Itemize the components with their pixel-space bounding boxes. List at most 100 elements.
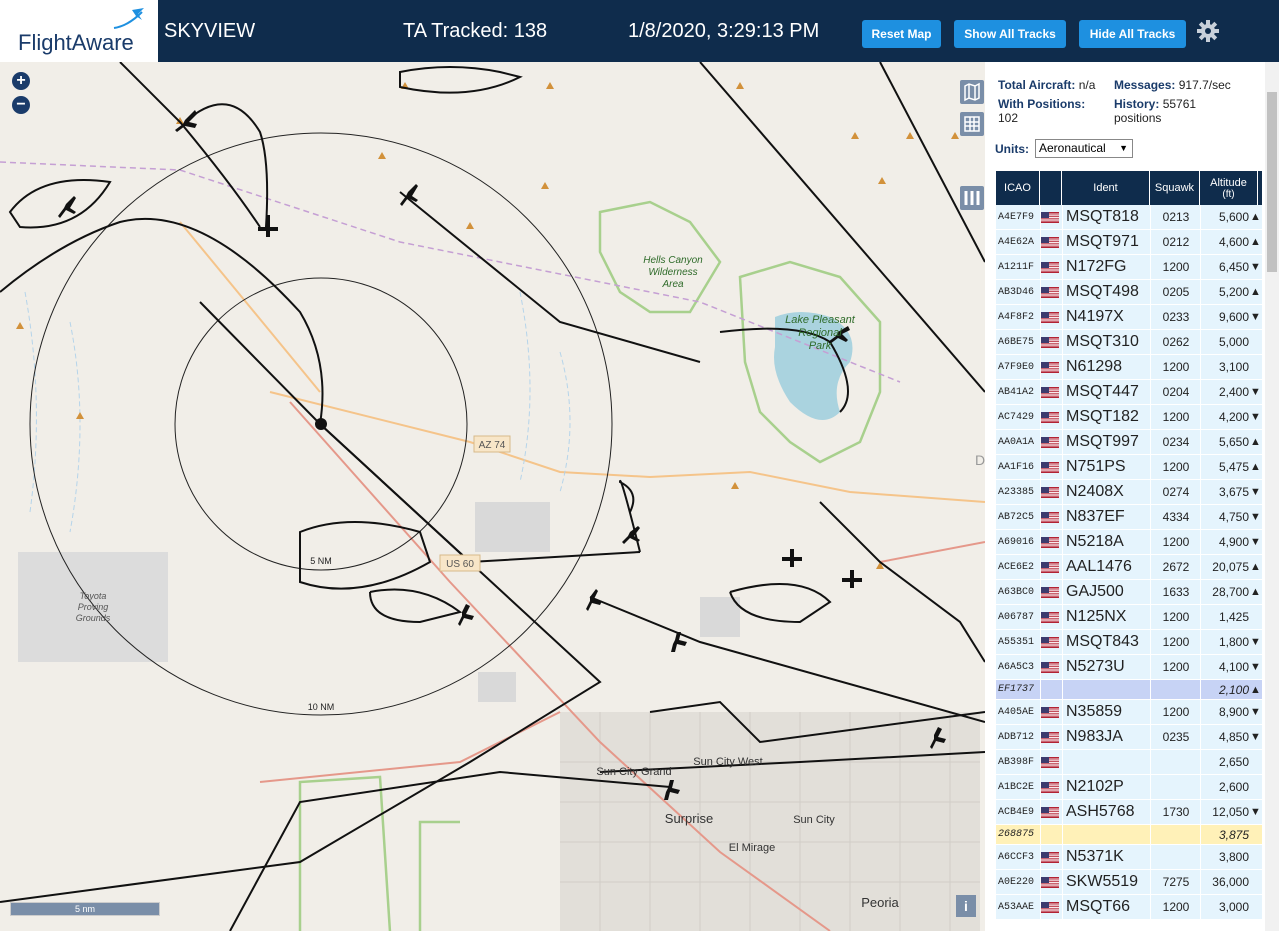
grid-button[interactable] bbox=[960, 112, 984, 136]
column-divider bbox=[1200, 255, 1201, 279]
row-trend-icon: ▼ bbox=[1250, 706, 1261, 718]
row-altitude: 5,000 bbox=[1202, 330, 1258, 354]
table-row[interactable]: A4E62A MSQT971 0212 4,600 ▲ bbox=[996, 230, 1262, 255]
table-row[interactable]: A6BE75 MSQT310 0262 5,000 bbox=[996, 330, 1262, 355]
columns-icon bbox=[964, 191, 980, 205]
column-divider bbox=[1150, 845, 1151, 869]
row-squawk: 0234 bbox=[1162, 435, 1190, 449]
row-squawk: 1200 bbox=[1162, 460, 1190, 474]
table-row[interactable]: ADB712 N983JA 0235 4,850 ▼ bbox=[996, 725, 1262, 750]
row-icao: A7F9E0 bbox=[998, 361, 1035, 373]
row-altitude-value: 12,050 bbox=[1212, 805, 1249, 819]
row-icao: A4E7F9 bbox=[998, 211, 1035, 223]
table-row[interactable]: A4E7F9 MSQT818 0213 5,600 ▲ bbox=[996, 205, 1262, 230]
info-button[interactable]: i bbox=[956, 895, 976, 917]
row-altitude-value: 20,075 bbox=[1212, 560, 1249, 574]
column-ident[interactable]: Ident bbox=[1062, 171, 1150, 205]
with-positions-stat: With Positions: 102 bbox=[998, 97, 1085, 125]
column-divider bbox=[1200, 895, 1201, 919]
table-row[interactable]: AA0A1A MSQT997 0234 5,650 ▲ bbox=[996, 430, 1262, 455]
row-squawk: 0204 bbox=[1162, 385, 1190, 399]
row-trend-icon: ▼ bbox=[1250, 536, 1261, 548]
column-divider bbox=[1200, 700, 1201, 724]
us-flag-icon bbox=[1041, 380, 1059, 404]
columns-button[interactable] bbox=[960, 186, 984, 210]
row-altitude: 5,600 ▲ bbox=[1202, 205, 1261, 229]
row-altitude: 3,100 bbox=[1202, 355, 1258, 379]
map-view[interactable]: Hells Canyon Wilderness Area Lake Pleasa… bbox=[0, 62, 985, 931]
table-row[interactable]: AB3D46 MSQT498 0205 5,200 ▲ bbox=[996, 280, 1262, 305]
table-row[interactable]: A4F8F2 N4197X 0233 9,600 ▼ bbox=[996, 305, 1262, 330]
us-flag-icon bbox=[1041, 750, 1059, 774]
table-row[interactable]: EF1737 2,100 ▲ bbox=[996, 680, 1262, 700]
column-divider bbox=[1040, 895, 1041, 919]
row-squawk bbox=[1152, 825, 1200, 844]
table-row[interactable]: A0E220 SKW5519 7275 36,000 bbox=[996, 870, 1262, 895]
column-flag[interactable] bbox=[1040, 171, 1062, 205]
table-row[interactable]: A6A5C3 N5273U 1200 4,100 ▼ bbox=[996, 655, 1262, 680]
map-layers-button[interactable] bbox=[960, 80, 984, 104]
column-squawk[interactable]: Squawk bbox=[1150, 171, 1200, 205]
table-row[interactable]: A1BC2E N2102P 2,600 bbox=[996, 775, 1262, 800]
column-divider bbox=[1040, 380, 1041, 404]
us-flag-icon bbox=[1041, 205, 1059, 229]
scrollbar-thumb[interactable] bbox=[1267, 92, 1277, 272]
row-altitude-value: 4,200 bbox=[1218, 410, 1249, 424]
sun-city-grand-label: Sun City Grand bbox=[596, 766, 671, 778]
table-row[interactable]: A405AE N35859 1200 8,900 ▼ bbox=[996, 700, 1262, 725]
table-row[interactable]: A53AAE MSQT66 1200 3,000 bbox=[996, 895, 1262, 920]
hide-all-tracks-button[interactable]: Hide All Tracks bbox=[1079, 20, 1186, 48]
column-icao[interactable]: ICAO bbox=[996, 171, 1040, 205]
row-icao: AB3D46 bbox=[998, 286, 1035, 298]
table-row[interactable]: AB41A2 MSQT447 0204 2,400 ▼ bbox=[996, 380, 1262, 405]
table-row[interactable]: A63BC0 GAJ500 1633 28,700 ▲ bbox=[996, 580, 1262, 605]
table-row[interactable]: AB72C5 N837EF 4334 4,750 ▼ bbox=[996, 505, 1262, 530]
reset-map-button[interactable]: Reset Map bbox=[862, 20, 941, 48]
units-value: Aeronautical bbox=[1039, 141, 1106, 155]
table-row[interactable]: A69016 N5218A 1200 4,900 ▼ bbox=[996, 530, 1262, 555]
show-all-tracks-button[interactable]: Show All Tracks bbox=[954, 20, 1066, 48]
row-altitude-value: 2,600 bbox=[1218, 780, 1249, 794]
table-row[interactable]: A23385 N2408X 0274 3,675 ▼ bbox=[996, 480, 1262, 505]
row-squawk bbox=[1152, 750, 1200, 774]
table-row[interactable]: A55351 MSQT843 1200 1,800 ▼ bbox=[996, 630, 1262, 655]
table-row[interactable]: ACE6E2 AAL1476 2672 20,075 ▲ bbox=[996, 555, 1262, 580]
table-row[interactable]: A1211F N172FG 1200 6,450 ▼ bbox=[996, 255, 1262, 280]
zoom-in-button[interactable]: + bbox=[12, 72, 30, 90]
table-row[interactable]: AC7429 MSQT182 1200 4,200 ▼ bbox=[996, 405, 1262, 430]
row-altitude: 12,050 ▼ bbox=[1202, 800, 1261, 824]
column-altitude[interactable]: Altitude (ft) bbox=[1200, 171, 1258, 205]
row-icao: A1BC2E bbox=[998, 781, 1035, 793]
row-squawk: 0274 bbox=[1162, 485, 1190, 499]
row-altitude: 8,900 ▼ bbox=[1202, 700, 1261, 724]
table-row[interactable]: AB398F 2,650 bbox=[996, 750, 1262, 775]
table-row[interactable]: ACB4E9 ASH5768 1730 12,050 ▼ bbox=[996, 800, 1262, 825]
zoom-out-button[interactable]: − bbox=[12, 96, 30, 114]
column-divider bbox=[1062, 305, 1063, 329]
column-divider bbox=[1150, 205, 1151, 229]
table-row[interactable]: A7F9E0 N61298 1200 3,100 bbox=[996, 355, 1262, 380]
table-row[interactable]: 268875 3,875 bbox=[996, 825, 1262, 845]
hells-canyon-label-3: Area bbox=[661, 279, 684, 290]
row-trend-icon: ▼ bbox=[1250, 486, 1261, 498]
row-altitude-value: 1,425 bbox=[1218, 610, 1249, 624]
row-ident: GAJ500 bbox=[1066, 583, 1124, 600]
row-altitude-value: 4,850 bbox=[1218, 730, 1249, 744]
messages-stat: Messages: 917.7/sec bbox=[1114, 78, 1231, 92]
gear-icon[interactable] bbox=[1196, 19, 1220, 43]
flightaware-logo[interactable]: FlightAware bbox=[0, 0, 158, 62]
map-canvas[interactable]: Hells Canyon Wilderness Area Lake Pleasa… bbox=[0, 62, 985, 931]
row-altitude-value: 3,100 bbox=[1218, 360, 1249, 374]
table-row[interactable]: A06787 N125NX 1200 1,425 bbox=[996, 605, 1262, 630]
table-row[interactable]: A6CCF3 N5371K 3,800 bbox=[996, 845, 1262, 870]
row-altitude-value: 2,650 bbox=[1218, 755, 1249, 769]
units-select[interactable]: Aeronautical ▼ bbox=[1035, 139, 1133, 158]
row-trend-icon: ▲ bbox=[1250, 211, 1261, 223]
row-altitude-value: 5,475 bbox=[1218, 460, 1249, 474]
column-divider bbox=[1062, 825, 1063, 844]
table-row[interactable]: AA1F16 N751PS 1200 5,475 ▲ bbox=[996, 455, 1262, 480]
column-divider bbox=[1150, 775, 1151, 799]
us-flag-icon bbox=[1041, 530, 1059, 554]
row-altitude-value: 3,675 bbox=[1218, 485, 1249, 499]
row-squawk: 1200 bbox=[1162, 635, 1190, 649]
